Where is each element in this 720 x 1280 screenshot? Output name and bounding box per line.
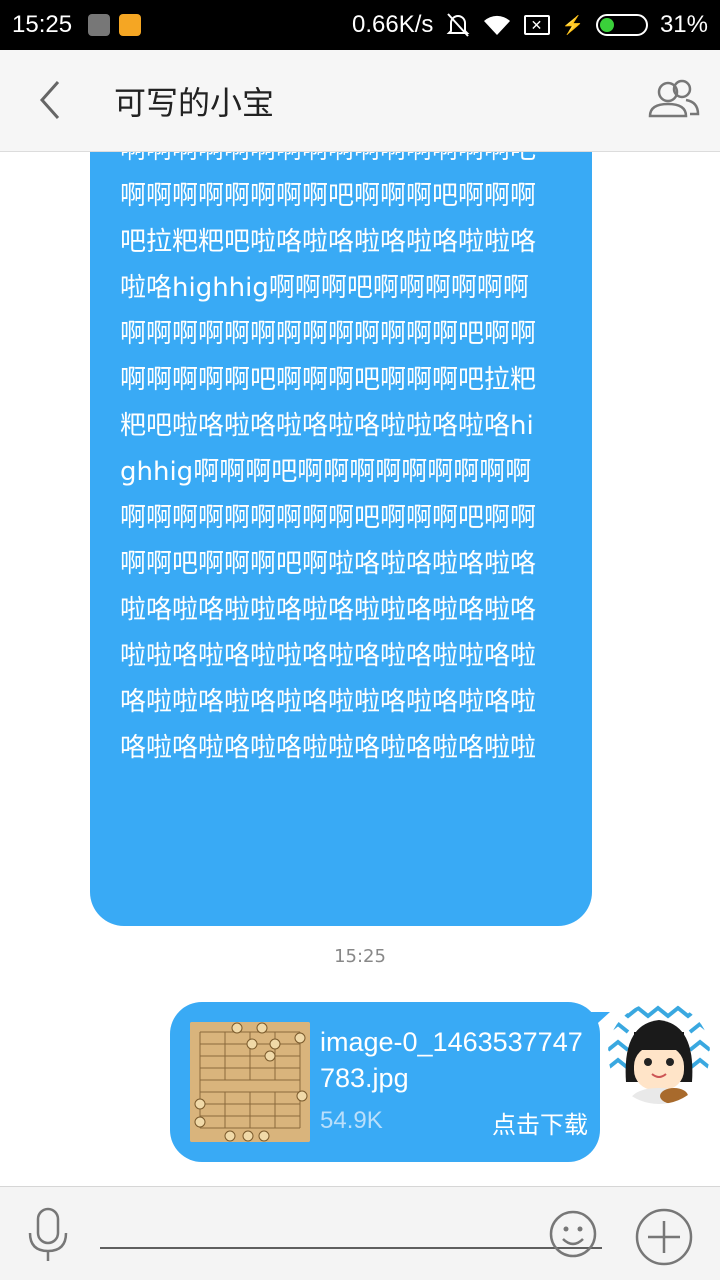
battery-icon xyxy=(595,14,648,36)
smiley-icon xyxy=(549,1210,597,1258)
chat-header: 可写的小宝 xyxy=(0,50,720,152)
notes-app-icon xyxy=(119,14,141,36)
microphone-icon xyxy=(28,1207,68,1261)
back-button[interactable] xyxy=(28,76,76,124)
file-thumbnail[interactable] xyxy=(190,1022,310,1142)
message-input[interactable] xyxy=(100,1209,602,1249)
file-size: 54.9K xyxy=(320,1107,383,1134)
message-timestamp: 15:25 xyxy=(334,946,386,967)
battery-percent: 31% xyxy=(659,11,708,38)
wifi-icon xyxy=(482,13,512,37)
status-bar: 15:25 0.66K/s ✕ ⚡ 31% xyxy=(0,0,720,50)
file-name: image-0_1463537747783.jpg xyxy=(320,1027,583,1093)
avatar[interactable] xyxy=(608,1002,710,1104)
battery-fill xyxy=(599,18,614,32)
add-attachment-button[interactable] xyxy=(634,1207,694,1267)
status-icons: ✕ ⚡ 31% xyxy=(446,8,708,42)
status-time: 15:25 xyxy=(12,11,73,38)
network-speed: 0.66K/s xyxy=(352,11,434,38)
group-members-button[interactable] xyxy=(646,76,702,124)
muted-bell-icon xyxy=(446,12,470,38)
message-bubble[interactable]: 啊啊啊啊啊啊啊啊啊啊啊啊啊啊啊吧啊啊啊啊啊啊啊啊吧啊啊啊吧啊啊啊吧拉粑粑吧啦咯啦… xyxy=(90,152,592,926)
message-list[interactable]: 啊啊啊啊啊啊啊啊啊啊啊啊啊啊啊吧啊啊啊啊啊啊啊啊吧啊啊啊吧啊啊啊吧拉粑粑吧啦咯啦… xyxy=(0,152,720,1186)
user-avatar-image xyxy=(608,1002,710,1104)
voice-button[interactable] xyxy=(24,1207,72,1263)
emoji-button[interactable] xyxy=(548,1209,598,1259)
file-message-bubble[interactable]: image-0_1463537747783.jpg 54.9K 点击下载 xyxy=(170,1002,600,1162)
plus-circle-icon xyxy=(635,1208,693,1266)
chess-board-image xyxy=(190,1022,310,1142)
people-icon xyxy=(648,79,700,118)
page-title: 可写的小宝 xyxy=(114,84,275,122)
chevron-left-icon xyxy=(39,81,60,119)
notification-app-icon xyxy=(88,14,110,36)
download-link[interactable]: 点击下载 xyxy=(492,1105,588,1140)
no-sim-icon: ✕ xyxy=(523,15,550,35)
charging-icon: ⚡ xyxy=(561,14,584,35)
message-text: 啊啊啊啊啊啊啊啊啊啊啊啊啊啊啊吧啊啊啊啊啊啊啊啊吧啊啊啊吧啊啊啊吧拉粑粑吧啦咯啦… xyxy=(120,152,537,763)
input-bar xyxy=(0,1186,720,1280)
